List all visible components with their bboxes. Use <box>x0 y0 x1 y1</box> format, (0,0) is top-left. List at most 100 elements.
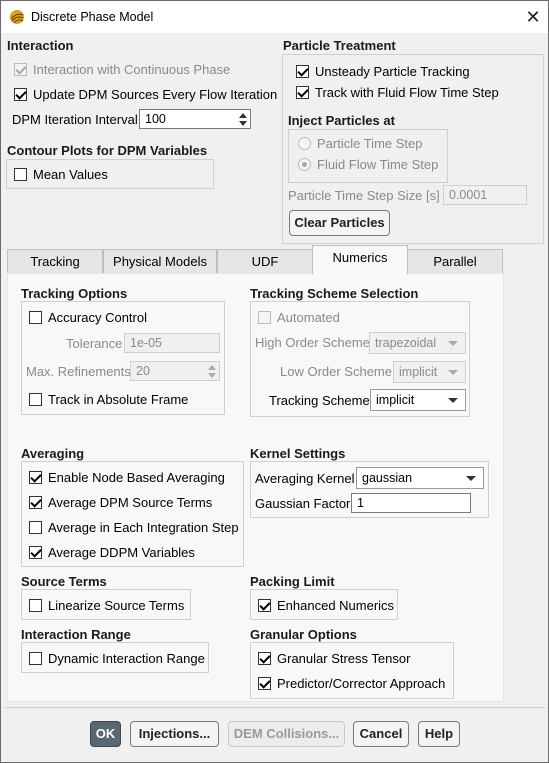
average-dpm-source-checkbox[interactable]: Average DPM Source Terms <box>29 493 212 511</box>
select-value: implicit <box>376 393 415 407</box>
averaging-kernel-label: Averaging Kernel <box>255 470 355 486</box>
checkbox-label: Average DDPM Variables <box>48 544 195 560</box>
checkbox-label: Linearize Source Terms <box>48 597 185 613</box>
averaging-heading: Averaging <box>21 446 85 461</box>
button-separator <box>5 707 545 708</box>
checkbox-box[interactable] <box>29 651 42 665</box>
checkbox-box[interactable] <box>29 495 42 509</box>
checkbox-box[interactable] <box>14 87 27 101</box>
tolerance-input[interactable]: 1e-05 <box>124 333 220 353</box>
interaction-heading: Interaction <box>7 38 74 53</box>
chevron-down-icon <box>448 398 458 403</box>
dynamic-interaction-range-checkbox[interactable]: Dynamic Interaction Range <box>29 649 205 667</box>
checkbox-box[interactable] <box>29 310 42 324</box>
spinner-icon[interactable] <box>207 363 217 379</box>
packing-limit-heading: Packing Limit <box>250 574 335 589</box>
particle-time-step-radio[interactable]: Particle Time Step <box>298 134 423 152</box>
input-value: 20 <box>136 364 150 378</box>
max-refinements-input[interactable]: 20 <box>130 361 220 381</box>
granular-options-heading: Granular Options <box>250 627 357 642</box>
select-value: gaussian <box>362 471 413 485</box>
checkbox-box[interactable] <box>258 598 271 612</box>
clear-particles-button[interactable]: Clear Particles <box>289 210 390 236</box>
spinner-icon[interactable] <box>238 111 248 127</box>
tolerance-label: Tolerance <box>66 335 123 351</box>
radio-circle[interactable] <box>298 136 311 150</box>
app-icon <box>10 10 24 24</box>
checkbox-box[interactable] <box>258 676 271 690</box>
dialog-window: Discrete Phase Model ✕ Interaction Inter… <box>0 0 549 763</box>
tab-parallel[interactable]: Parallel <box>407 249 503 273</box>
radio-circle[interactable] <box>298 157 311 171</box>
checkbox-label: Accuracy Control <box>48 309 147 325</box>
fluid-flow-time-step-radio[interactable]: Fluid Flow Time Step <box>298 155 438 173</box>
dem-collisions-button[interactable]: DEM Collisions... <box>228 721 345 747</box>
checkbox-box[interactable] <box>29 545 42 559</box>
radio-label: Particle Time Step <box>317 135 423 151</box>
tab-tracking[interactable]: Tracking <box>7 249 103 273</box>
checkbox-box[interactable] <box>14 62 27 76</box>
checkbox-box[interactable] <box>296 64 309 78</box>
high-order-scheme-select[interactable]: trapezoidal <box>369 332 466 354</box>
injections-button[interactable]: Injections... <box>130 721 219 747</box>
help-button[interactable]: Help <box>418 721 460 747</box>
checkbox-box[interactable] <box>29 392 42 406</box>
tab-udf[interactable]: UDF <box>217 249 313 273</box>
source-terms-heading: Source Terms <box>21 574 107 589</box>
chevron-down-icon <box>448 370 458 375</box>
particle-treatment-heading: Particle Treatment <box>283 38 396 53</box>
checkbox-label: Automated <box>277 309 340 325</box>
gaussian-factor-label: Gaussian Factor <box>255 495 351 511</box>
tracking-scheme-select[interactable]: implicit <box>370 389 466 411</box>
particle-time-step-size-input[interactable]: 0.0001 <box>443 185 527 205</box>
checkbox-label: Unsteady Particle Tracking <box>315 63 470 79</box>
checkbox-box[interactable] <box>258 310 271 324</box>
average-ddpm-checkbox[interactable]: Average DDPM Variables <box>29 543 195 561</box>
dpm-iteration-interval-input[interactable]: 100 <box>139 109 251 129</box>
absolute-frame-checkbox[interactable]: Track in Absolute Frame <box>29 390 188 408</box>
linearize-source-terms-checkbox[interactable]: Linearize Source Terms <box>29 596 184 614</box>
update-dpm-sources-checkbox[interactable]: Update DPM Sources Every Flow Iteration <box>14 85 277 103</box>
high-order-scheme-label: High Order Scheme <box>255 334 370 350</box>
node-based-averaging-checkbox[interactable]: Enable Node Based Averaging <box>29 468 225 486</box>
particle-time-step-size-label: Particle Time Step Size [s] <box>288 187 440 203</box>
tracking-scheme-label: Tracking Scheme <box>269 392 370 408</box>
track-fluid-time-step-checkbox[interactable]: Track with Fluid Flow Time Step <box>296 83 499 101</box>
checkbox-label: Predictor/Corrector Approach <box>277 675 446 691</box>
input-value: 100 <box>145 112 166 126</box>
interaction-continuous-checkbox[interactable]: Interaction with Continuous Phase <box>14 60 230 78</box>
cancel-button[interactable]: Cancel <box>353 721 409 747</box>
ok-button[interactable]: OK <box>90 721 121 747</box>
select-value: implicit <box>399 365 438 379</box>
checkbox-box[interactable] <box>29 598 42 612</box>
checkbox-label: Enable Node Based Averaging <box>48 469 225 485</box>
close-icon[interactable]: ✕ <box>523 7 543 27</box>
granular-stress-tensor-checkbox[interactable]: Granular Stress Tensor <box>258 649 410 667</box>
checkbox-label: Update DPM Sources Every Flow Iteration <box>33 86 278 102</box>
chevron-down-icon <box>448 341 458 346</box>
checkbox-box[interactable] <box>29 470 42 484</box>
tab-numerics[interactable]: Numerics <box>312 245 408 274</box>
checkbox-box[interactable] <box>29 520 42 534</box>
automated-checkbox[interactable]: Automated <box>258 308 340 326</box>
checkbox-box[interactable] <box>296 85 309 99</box>
checkbox-label: Track with Fluid Flow Time Step <box>315 84 499 100</box>
low-order-scheme-select[interactable]: implicit <box>393 361 466 383</box>
average-each-step-checkbox[interactable]: Average in Each Integration Step <box>29 518 239 536</box>
enhanced-numerics-checkbox[interactable]: Enhanced Numerics <box>258 596 394 614</box>
checkbox-box[interactable] <box>14 167 27 181</box>
checkbox-box[interactable] <box>258 651 271 665</box>
gaussian-factor-input[interactable]: 1 <box>351 493 471 513</box>
checkbox-label: Enhanced Numerics <box>277 597 395 613</box>
predictor-corrector-checkbox[interactable]: Predictor/Corrector Approach <box>258 674 445 692</box>
select-value: trapezoidal <box>375 336 437 350</box>
unsteady-tracking-checkbox[interactable]: Unsteady Particle Tracking <box>296 62 470 80</box>
mean-values-checkbox[interactable]: Mean Values <box>14 165 108 183</box>
checkbox-label: Dynamic Interaction Range <box>48 650 205 666</box>
window-title: Discrete Phase Model <box>31 10 154 24</box>
title-bar: Discrete Phase Model ✕ <box>1 1 548 33</box>
accuracy-control-checkbox[interactable]: Accuracy Control <box>29 308 147 326</box>
tab-physical-models[interactable]: Physical Models <box>103 249 217 273</box>
checkbox-label: Track in Absolute Frame <box>48 391 189 407</box>
averaging-kernel-select[interactable]: gaussian <box>356 467 484 489</box>
